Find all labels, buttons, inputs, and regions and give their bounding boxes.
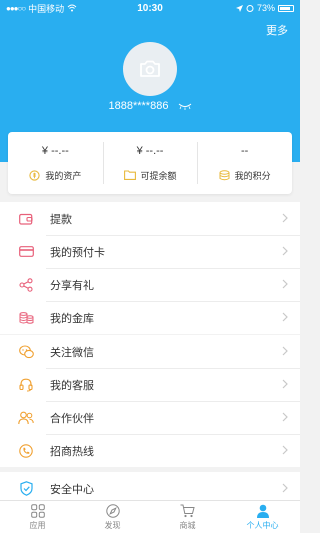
phone-number: 1888****886 <box>108 100 169 112</box>
menu-item-label: 安全中心 <box>50 483 94 496</box>
eye-closed-icon[interactable] <box>178 103 192 110</box>
avatar[interactable] <box>123 42 177 96</box>
vault-icon <box>18 310 34 326</box>
clock: 10:30 <box>137 2 163 14</box>
chevron-right-icon <box>282 445 288 455</box>
menu-group-finance: 提款 我的预付卡 分享有礼 我的金库 <box>0 202 300 334</box>
asset-points[interactable]: -- 我的积分 <box>197 132 292 194</box>
more-button[interactable]: 更多 <box>266 22 288 38</box>
folder-icon <box>123 170 136 180</box>
partners-icon <box>18 410 34 426</box>
tab-label: 发现 <box>104 520 121 530</box>
person-icon <box>256 504 269 518</box>
chevron-right-icon <box>282 346 288 356</box>
tab-label: 个人中心 <box>246 520 279 530</box>
menu-item-label: 招商热线 <box>50 445 94 458</box>
asset-label: 我的积分 <box>234 170 271 181</box>
phone-hotline-icon <box>18 443 34 459</box>
asset-value: ¥ --.-- <box>41 144 69 157</box>
battery-icon <box>278 4 294 12</box>
card-icon <box>18 244 34 260</box>
tab-label: 应用 <box>29 520 46 530</box>
chevron-right-icon <box>282 246 288 256</box>
menu-item-withdraw[interactable]: 提款 <box>0 202 300 235</box>
menu-item-customer-service[interactable]: 我的客服 <box>0 368 300 401</box>
wechat-icon <box>18 344 34 360</box>
asset-withdrawable[interactable]: ¥ --.-- 可提余额 <box>102 132 198 194</box>
asset-value: -- <box>241 144 249 157</box>
tab-personal-center[interactable]: 个人中心 <box>225 501 300 533</box>
tab-discover[interactable]: 发现 <box>75 501 150 533</box>
asset-summary-card: ¥ --.-- 我的资产 ¥ --.-- 可提余额 -- 我的积分 <box>8 132 292 194</box>
menu-item-label: 分享有礼 <box>50 279 94 292</box>
chevron-right-icon <box>282 312 288 322</box>
menu-item-partners[interactable]: 合作伙伴 <box>0 401 300 434</box>
tab-bar: 应用 发现 商城 个人中心 <box>0 500 300 533</box>
menu-item-share-gift[interactable]: 分享有礼 <box>0 268 300 301</box>
asset-value: ¥ --.-- <box>136 144 164 157</box>
apps-grid-icon <box>30 503 45 518</box>
tab-label: 商城 <box>179 520 196 530</box>
menu-item-label: 我的金库 <box>50 312 94 325</box>
tab-mall[interactable]: 商城 <box>150 501 225 533</box>
menu-item-business-hotline[interactable]: 招商热线 <box>0 434 300 467</box>
chevron-right-icon <box>282 412 288 422</box>
status-bar: ●●●○○ 中国移动 10:30 73% <box>0 0 300 16</box>
menu-item-label: 合作伙伴 <box>50 412 94 425</box>
menu-item-label: 提款 <box>50 213 72 226</box>
menu-item-label: 我的客服 <box>50 379 94 392</box>
cart-icon <box>180 504 195 517</box>
chevron-right-icon <box>282 213 288 223</box>
menu-item-vault[interactable]: 我的金库 <box>0 301 300 334</box>
menu-group-service: 关注微信 我的客服 合作伙伴 招商热线 <box>0 335 300 467</box>
menu-item-prepaid-card[interactable]: 我的预付卡 <box>0 235 300 268</box>
headset-icon <box>18 377 34 393</box>
chevron-right-icon <box>282 379 288 389</box>
shield-icon <box>18 481 34 497</box>
points-stack-icon <box>219 169 230 180</box>
tab-apps[interactable]: 应用 <box>0 501 75 533</box>
camera-icon <box>140 60 160 77</box>
menu-item-label: 我的预付卡 <box>50 246 105 259</box>
chevron-right-icon <box>282 279 288 289</box>
asset-label: 我的资产 <box>45 170 82 181</box>
menu-item-follow-wechat[interactable]: 关注微信 <box>0 335 300 368</box>
menu-item-label: 关注微信 <box>50 346 94 359</box>
chevron-right-icon <box>282 483 288 493</box>
wallet-icon <box>18 211 34 227</box>
asset-label: 可提余额 <box>140 170 177 181</box>
asset-my-assets[interactable]: ¥ --.-- 我的资产 <box>8 132 103 194</box>
share-icon <box>18 277 34 293</box>
compass-icon <box>105 503 120 518</box>
coin-icon <box>29 169 40 181</box>
